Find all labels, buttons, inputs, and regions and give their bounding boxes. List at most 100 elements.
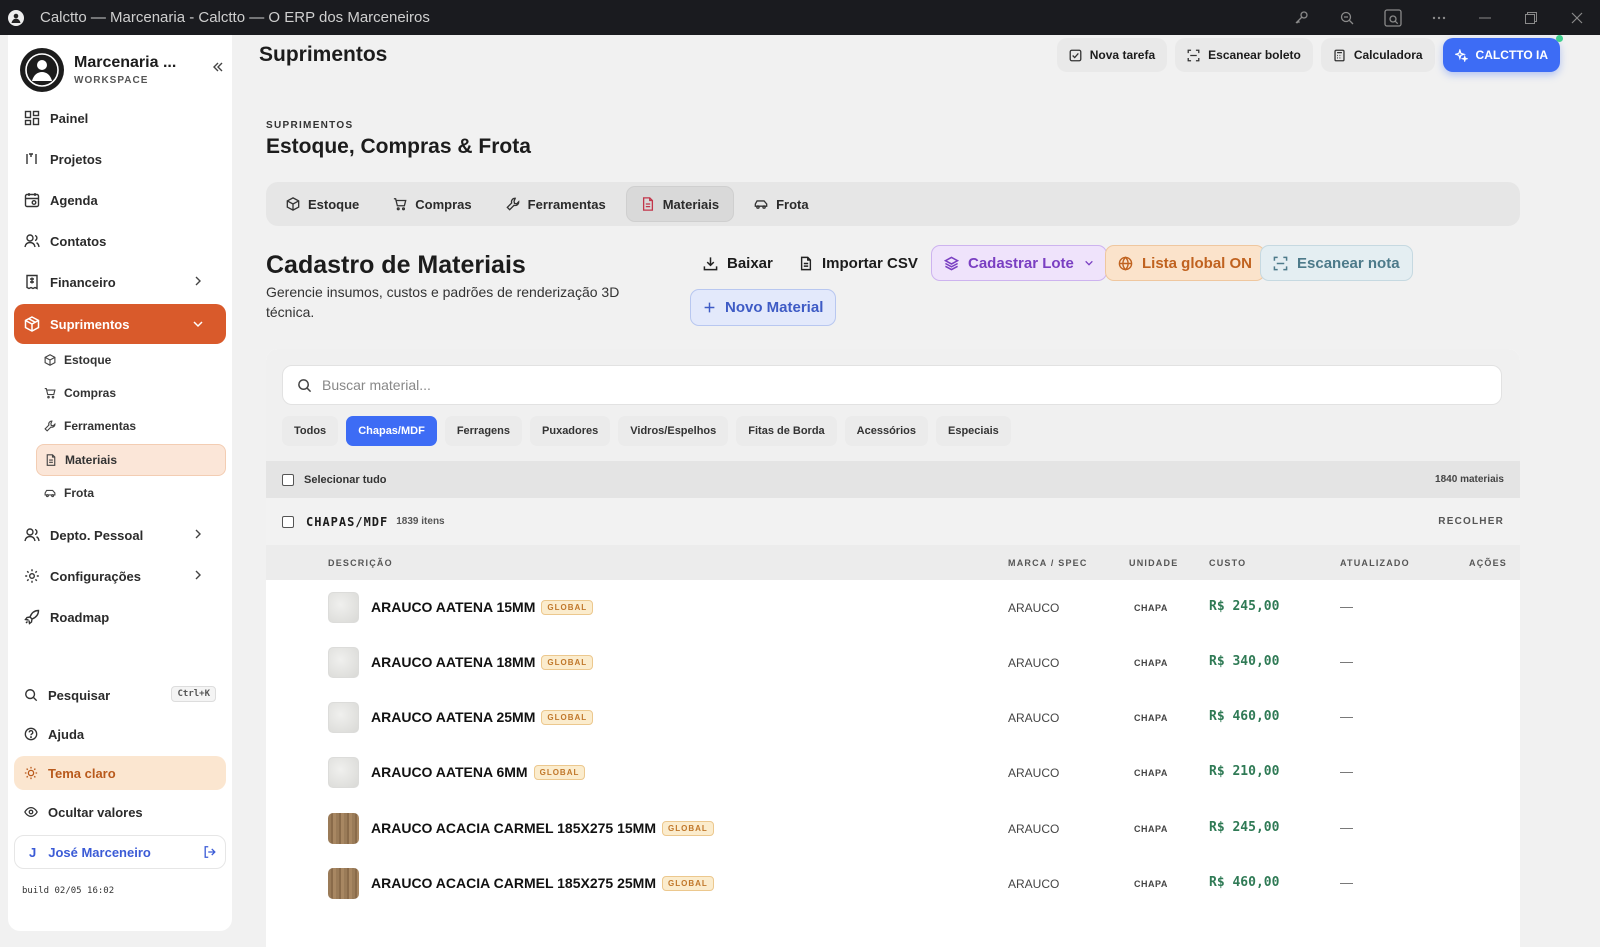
col-unidade[interactable]: UNIDADE — [1129, 558, 1178, 568]
search-device-icon[interactable] — [1370, 0, 1416, 35]
tab-materiais[interactable]: Materiais — [625, 186, 735, 222]
collapse-sidebar-icon[interactable] — [212, 61, 224, 73]
tab-ferramentas[interactable]: Ferramentas — [492, 186, 620, 222]
rocket-icon — [24, 609, 40, 625]
col-atualizado[interactable]: ATUALIZADO — [1340, 558, 1410, 568]
calctto-ia-button[interactable]: CALCTTO IA — [1442, 35, 1563, 72]
nav-depto-pessoal[interactable]: Depto. Pessoal — [14, 516, 226, 554]
collapse-group-button[interactable]: RECOLHER — [1438, 516, 1504, 527]
nav-projetos[interactable]: Projetos — [14, 140, 226, 178]
filter-chip-vidros-espelhos[interactable]: Vidros/Espelhos — [618, 416, 729, 446]
cadastrar-lote-button[interactable]: Cadastrar Lote — [931, 245, 1107, 281]
col-acoes: AÇÕES — [1469, 558, 1508, 568]
nav-label: Agenda — [50, 192, 98, 208]
minimize-icon[interactable] — [1462, 0, 1508, 35]
workspace-label: WORKSPACE — [74, 75, 149, 86]
filter-chip-ferragens[interactable]: Ferragens — [444, 416, 523, 446]
nav-financeiro[interactable]: Financeiro — [14, 263, 226, 301]
theme-toggle[interactable]: Tema claro — [14, 756, 226, 790]
tab-compras[interactable]: Compras — [379, 186, 485, 222]
filter-chip-chapas-mdf[interactable]: Chapas/MDF — [346, 416, 437, 446]
escanear-boleto-button[interactable]: Escanear boleto — [1175, 38, 1313, 72]
subnav-compras[interactable]: Compras — [36, 377, 226, 409]
lista-global-toggle[interactable]: Lista global ON — [1105, 245, 1266, 281]
subnav-estoque[interactable]: Estoque — [36, 344, 226, 376]
nova-tarefa-button[interactable]: Nova tarefa — [1056, 38, 1168, 72]
subnav-label: Materiais — [65, 453, 118, 467]
scrollbar[interactable] — [1592, 35, 1598, 947]
baixar-button[interactable]: Baixar — [691, 245, 785, 281]
sidebar-search[interactable]: Pesquisar Ctrl+K — [14, 678, 226, 712]
table-row[interactable]: ARAUCO AATENA 18MM GLOBAL ARAUCO CHAPA R$… — [266, 635, 1520, 690]
material-swatch — [328, 647, 359, 678]
col-custo[interactable]: CUSTO — [1209, 558, 1246, 568]
sidebar-help[interactable]: Ajuda — [14, 717, 226, 751]
filter-chip-acessorios[interactable]: Acessórios — [844, 416, 928, 446]
search-material-input[interactable]: Buscar material... — [282, 365, 1502, 405]
escanear-nota-button[interactable]: Escanear nota — [1260, 245, 1413, 281]
search-icon — [298, 378, 312, 392]
tab-label: Materiais — [662, 196, 720, 212]
zoom-icon[interactable] — [1324, 0, 1370, 35]
filter-chip-puxadores[interactable]: Puxadores — [530, 416, 611, 446]
subnav-ferramentas[interactable]: Ferramentas — [36, 410, 226, 442]
table-row[interactable]: ARAUCO ACACIA CARMEL 185X275 25MM GLOBAL … — [266, 856, 1520, 911]
receipt-icon — [26, 274, 38, 290]
table-header: DESCRIÇÃO MARCA / SPEC UNIDADE CUSTO ATU… — [266, 545, 1520, 580]
nav-agenda[interactable]: Agenda — [14, 181, 226, 219]
col-marca[interactable]: MARCA / SPEC — [1008, 558, 1088, 568]
more-icon[interactable] — [1416, 0, 1462, 35]
search-icon — [25, 689, 38, 702]
box-icon — [286, 197, 300, 211]
table-row[interactable]: ARAUCO AATENA 15MM GLOBAL ARAUCO CHAPA R$… — [266, 580, 1520, 635]
global-badge: GLOBAL — [541, 710, 594, 725]
filter-chip-todos[interactable]: Todos — [282, 416, 339, 446]
materials-panel: Buscar material... Todos Chapas/MDF Ferr… — [266, 349, 1520, 947]
workspace-avatar — [20, 48, 64, 92]
scan-icon — [1187, 49, 1200, 61]
calculadora-button[interactable]: Calculadora — [1320, 38, 1435, 72]
calculator-icon — [1334, 49, 1345, 61]
tab-estoque[interactable]: Estoque — [272, 186, 373, 222]
tab-frota[interactable]: Frota — [740, 186, 823, 222]
sidebar: Marcenaria ... WORKSPACE Painel Projetos… — [8, 35, 232, 931]
close-icon[interactable] — [1554, 0, 1600, 35]
table-row[interactable]: ARAUCO AATENA 6MM GLOBAL ARAUCO CHAPA R$ … — [266, 745, 1520, 800]
global-badge: GLOBAL — [541, 655, 594, 670]
nav-painel[interactable]: Painel — [14, 99, 226, 137]
chevron-right-icon — [195, 570, 201, 580]
nav-suprimentos[interactable]: Suprimentos — [14, 304, 226, 344]
group-checkbox[interactable] — [282, 515, 294, 528]
calctto-ia-label: CALCTTO IA — [1475, 48, 1548, 62]
nav-contatos[interactable]: Contatos — [14, 222, 226, 260]
nova-tarefa-label: Nova tarefa — [1089, 48, 1156, 62]
subnav-materiais[interactable]: Materiais — [36, 444, 226, 476]
subnav-frota[interactable]: Frota — [36, 477, 226, 509]
filter-chip-especiais[interactable]: Especiais — [935, 416, 1011, 446]
user-card[interactable]: J José Marceneiro — [14, 835, 226, 869]
chevron-down-icon — [193, 321, 203, 328]
table-row[interactable]: ARAUCO AATENA 25MM GLOBAL ARAUCO CHAPA R$… — [266, 690, 1520, 745]
table-row[interactable]: ARAUCO ACACIA CARMEL 185X275 15MM GLOBAL … — [266, 801, 1520, 856]
filter-chip-fitas-de-borda[interactable]: Fitas de Borda — [736, 416, 837, 446]
wrench-icon — [44, 420, 56, 432]
workspace-name: Marcenaria ... — [74, 54, 177, 71]
nav-configuracoes[interactable]: Configurações — [14, 557, 226, 595]
restore-icon[interactable] — [1508, 0, 1554, 35]
novo-material-button[interactable]: Novo Material — [690, 289, 837, 326]
novo-material-label: Novo Material — [725, 299, 824, 316]
select-all-checkbox[interactable] — [282, 473, 294, 486]
category-filters: Todos Chapas/MDF Ferragens Puxadores Vid… — [282, 416, 1011, 446]
nav-label: Financeiro — [50, 274, 116, 290]
nav-roadmap[interactable]: Roadmap — [14, 598, 226, 636]
material-cost: R$ 245,00 — [1209, 599, 1280, 614]
importar-csv-button[interactable]: Importar CSV — [787, 245, 930, 281]
key-icon[interactable] — [1278, 0, 1324, 35]
material-unit: CHAPA — [1134, 879, 1168, 889]
hide-values-toggle[interactable]: Ocultar valores — [14, 795, 226, 829]
subnav-label: Ferramentas — [64, 419, 137, 433]
logout-icon[interactable] — [203, 845, 217, 859]
col-descricao[interactable]: DESCRIÇÃO — [328, 558, 393, 568]
workspace-switcher[interactable]: Marcenaria ... WORKSPACE — [20, 47, 223, 93]
material-cost: R$ 210,00 — [1209, 764, 1280, 779]
